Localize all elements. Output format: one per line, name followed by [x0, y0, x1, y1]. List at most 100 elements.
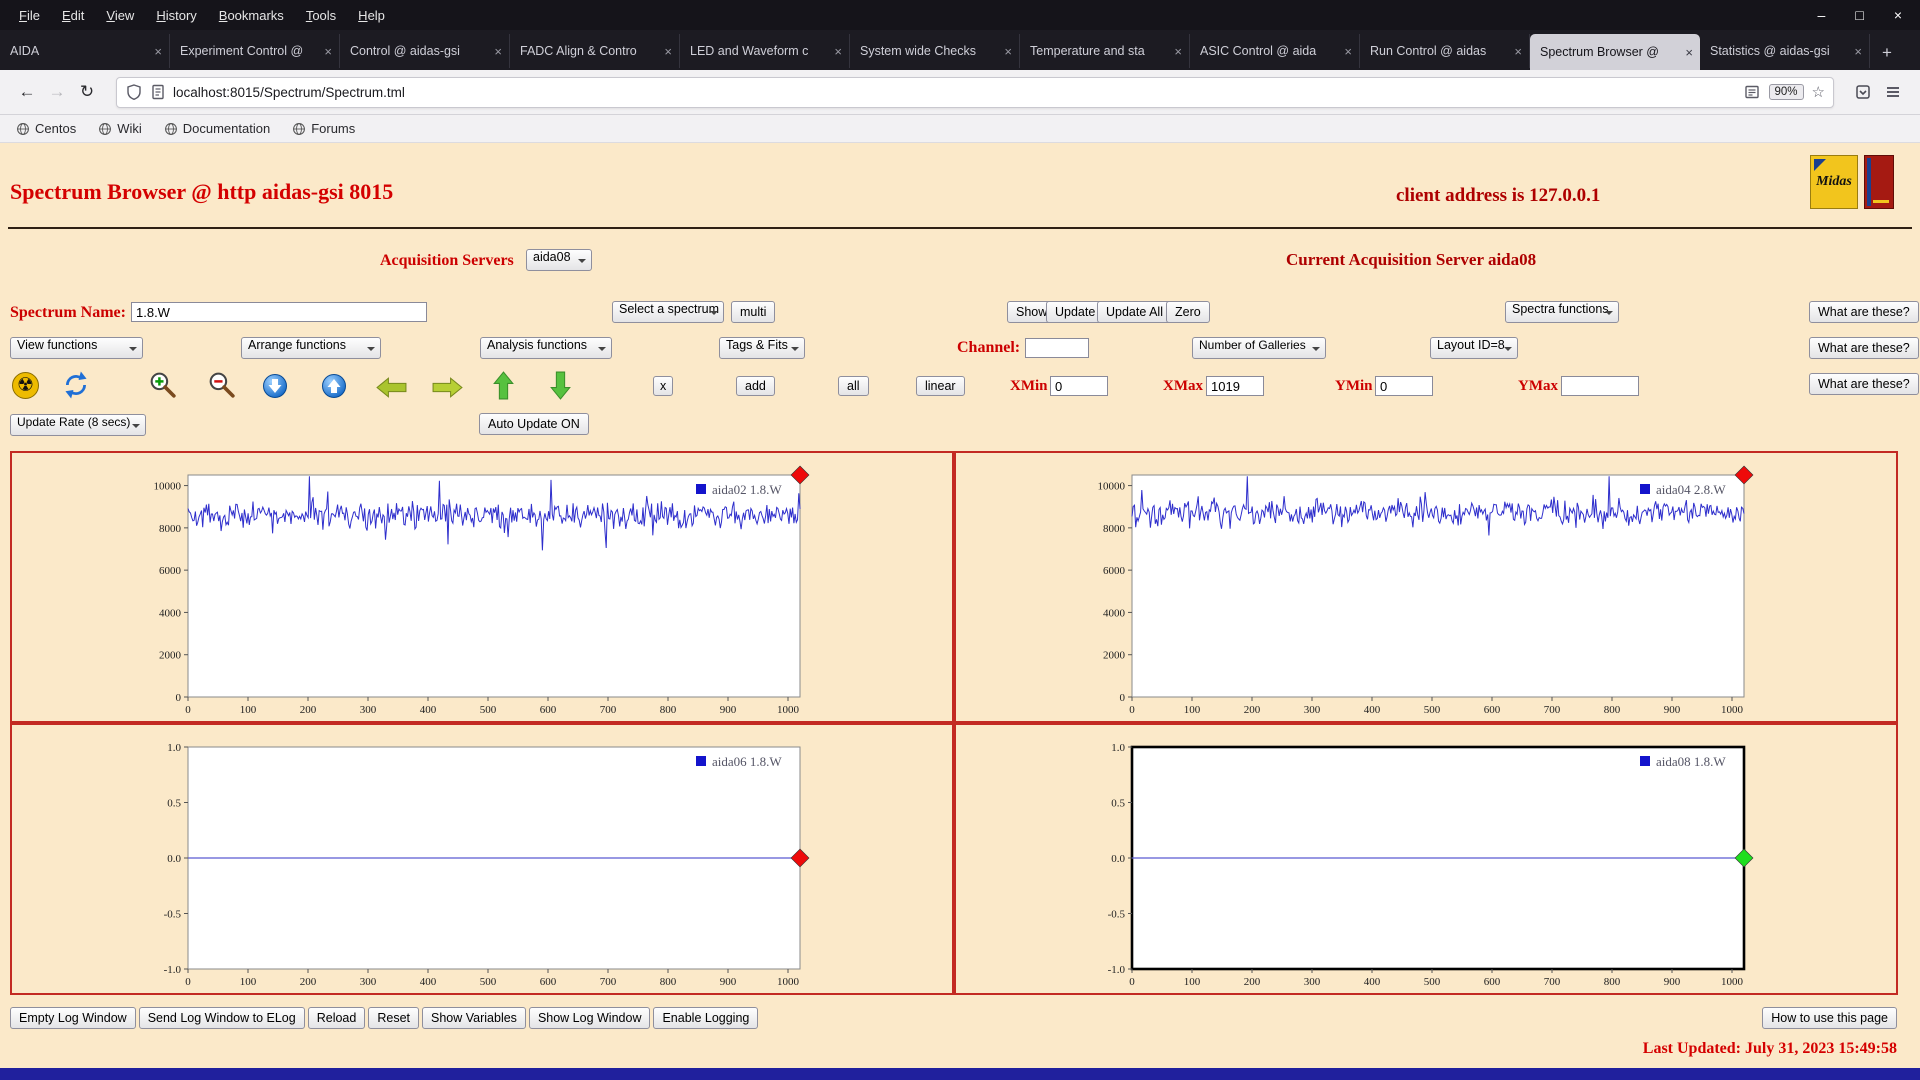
update-rate-dropdown[interactable]: Update Rate (8 secs): [10, 414, 146, 436]
acquisition-server-select[interactable]: aida08: [526, 249, 592, 271]
gallery-panel-aida08[interactable]: 010020030040050060070080090010001.00.50.…: [954, 723, 1898, 995]
bookmark-star-icon[interactable]: ☆: [1812, 83, 1825, 101]
select-spectrum-dropdown[interactable]: Select a spectrum: [612, 301, 724, 323]
enable-logging-button[interactable]: Enable Logging: [653, 1007, 758, 1029]
menu-file[interactable]: File: [10, 4, 49, 27]
tab-close-icon[interactable]: ×: [1854, 44, 1862, 59]
bookmark-forums[interactable]: Forums: [292, 121, 355, 136]
zoom-level-badge[interactable]: 90%: [1769, 84, 1804, 100]
layout-id-dropdown[interactable]: Layout ID=8: [1430, 337, 1518, 359]
what-are-these-button-2[interactable]: What are these?: [1809, 337, 1919, 359]
svg-text:0: 0: [1120, 692, 1126, 704]
ymin-input[interactable]: [1375, 376, 1433, 396]
bookmark-wiki[interactable]: Wiki: [98, 121, 142, 136]
arrow-right-icon[interactable]: [431, 376, 464, 399]
tab-close-icon[interactable]: ×: [1004, 44, 1012, 59]
x-axis-button[interactable]: x: [653, 376, 673, 396]
analysis-functions-dropdown[interactable]: Analysis functions: [480, 337, 612, 359]
tab-system-wide-checks[interactable]: System wide Checks×: [850, 34, 1020, 68]
what-are-these-button-3[interactable]: What are these?: [1809, 373, 1919, 395]
tab-close-icon[interactable]: ×: [834, 44, 842, 59]
radiation-icon[interactable]: ☢: [12, 372, 39, 399]
zoom-in-icon[interactable]: [147, 369, 178, 400]
add-button[interactable]: add: [736, 376, 775, 396]
multi-button[interactable]: multi: [731, 301, 775, 323]
reader-mode-icon[interactable]: [1743, 83, 1761, 101]
ymax-label: YMax: [1518, 378, 1558, 395]
tab-aida[interactable]: AIDA×: [0, 34, 170, 68]
reload-button[interactable]: Reload: [308, 1007, 366, 1029]
back-button[interactable]: ←: [12, 77, 42, 107]
channel-input[interactable]: [1025, 338, 1089, 358]
tab-close-icon[interactable]: ×: [664, 44, 672, 59]
tab-close-icon[interactable]: ×: [494, 44, 502, 59]
auto-update-button[interactable]: Auto Update ON: [479, 413, 589, 435]
update-button[interactable]: Update: [1046, 301, 1104, 323]
arrow-down-icon[interactable]: [549, 370, 572, 401]
overflow-menu-icon[interactable]: [1848, 77, 1878, 107]
update-all-button[interactable]: Update All: [1097, 301, 1172, 323]
empty-log-window-button[interactable]: Empty Log Window: [10, 1007, 136, 1029]
all-button[interactable]: all: [838, 376, 869, 396]
linear-button[interactable]: linear: [916, 376, 965, 396]
new-tab-button[interactable]: +: [1870, 36, 1904, 70]
acquisition-servers-label: Acquisition Servers: [380, 252, 514, 270]
tab-asic-control-aida[interactable]: ASIC Control @ aida×: [1190, 34, 1360, 68]
spectra-functions-dropdown[interactable]: Spectra functions: [1505, 301, 1619, 323]
forward-button[interactable]: →: [42, 77, 72, 107]
tab-control-aidas-gsi[interactable]: Control @ aidas-gsi×: [340, 34, 510, 68]
zoom-out-icon[interactable]: [206, 369, 237, 400]
arrow-up-icon[interactable]: [492, 370, 515, 401]
xmax-input[interactable]: [1206, 376, 1264, 396]
send-log-window-to-elog-button[interactable]: Send Log Window to ELog: [139, 1007, 305, 1029]
menu-bookmarks[interactable]: Bookmarks: [210, 4, 293, 27]
sphere-down-icon[interactable]: [262, 373, 288, 399]
bookmark-centos[interactable]: Centos: [16, 121, 76, 136]
show-variables-button[interactable]: Show Variables: [422, 1007, 526, 1029]
tab-close-icon[interactable]: ×: [1174, 44, 1182, 59]
xmin-input[interactable]: [1050, 376, 1108, 396]
menu-view[interactable]: View: [97, 4, 143, 27]
menu-history[interactable]: History: [147, 4, 205, 27]
ymax-input[interactable]: [1561, 376, 1639, 396]
reload-button[interactable]: ↻: [72, 77, 102, 107]
zero-button[interactable]: Zero: [1166, 301, 1210, 323]
tab-led-and-waveform-c[interactable]: LED and Waveform c×: [680, 34, 850, 68]
globe-icon: [98, 122, 112, 136]
what-are-these-button-1[interactable]: What are these?: [1809, 301, 1919, 323]
menu-tools[interactable]: Tools: [297, 4, 345, 27]
tab-run-control-aidas[interactable]: Run Control @ aidas×: [1360, 34, 1530, 68]
close-button[interactable]: ×: [1894, 7, 1902, 23]
tab-spectrum-browser[interactable]: Spectrum Browser @×: [1530, 34, 1700, 70]
maximize-button[interactable]: □: [1855, 7, 1863, 23]
hamburger-menu-icon[interactable]: [1878, 77, 1908, 107]
arrow-left-icon[interactable]: [375, 376, 408, 399]
tab-statistics-aidas-gsi[interactable]: Statistics @ aidas-gsi×: [1700, 34, 1870, 68]
recycle-icon[interactable]: [62, 371, 90, 399]
tab-experiment-control[interactable]: Experiment Control @×: [170, 34, 340, 68]
tab-close-icon[interactable]: ×: [324, 44, 332, 59]
bookmark-documentation[interactable]: Documentation: [164, 121, 270, 136]
minimize-button[interactable]: –: [1818, 7, 1826, 23]
gallery-panel-aida04[interactable]: 0100200300400500600700800900100002000400…: [954, 451, 1898, 723]
sphere-up-icon[interactable]: [321, 373, 347, 399]
gallery-panel-aida06[interactable]: 010020030040050060070080090010001.00.50.…: [10, 723, 954, 995]
tags-fits-dropdown[interactable]: Tags & Fits: [719, 337, 805, 359]
tab-close-icon[interactable]: ×: [1344, 44, 1352, 59]
menu-edit[interactable]: Edit: [53, 4, 93, 27]
view-functions-dropdown[interactable]: View functions: [10, 337, 143, 359]
arrange-functions-dropdown[interactable]: Arrange functions: [241, 337, 381, 359]
tab-close-icon[interactable]: ×: [154, 44, 162, 59]
show-log-window-button[interactable]: Show Log Window: [529, 1007, 651, 1029]
url-bar[interactable]: localhost:8015/Spectrum/Spectrum.tml 90%…: [116, 77, 1834, 108]
tab-close-icon[interactable]: ×: [1685, 45, 1693, 60]
tab-fadc-align-contro[interactable]: FADC Align & Contro×: [510, 34, 680, 68]
tab-close-icon[interactable]: ×: [1514, 44, 1522, 59]
gallery-panel-aida02[interactable]: 0100200300400500600700800900100002000400…: [10, 451, 954, 723]
how-to-use-button[interactable]: How to use this page: [1762, 1007, 1897, 1029]
spectrum-name-input[interactable]: [131, 302, 427, 322]
tab-temperature-and-sta[interactable]: Temperature and sta×: [1020, 34, 1190, 68]
menu-help[interactable]: Help: [349, 4, 394, 27]
reset-button[interactable]: Reset: [368, 1007, 419, 1029]
number-of-galleries-dropdown[interactable]: Number of Galleries: [1192, 337, 1326, 359]
